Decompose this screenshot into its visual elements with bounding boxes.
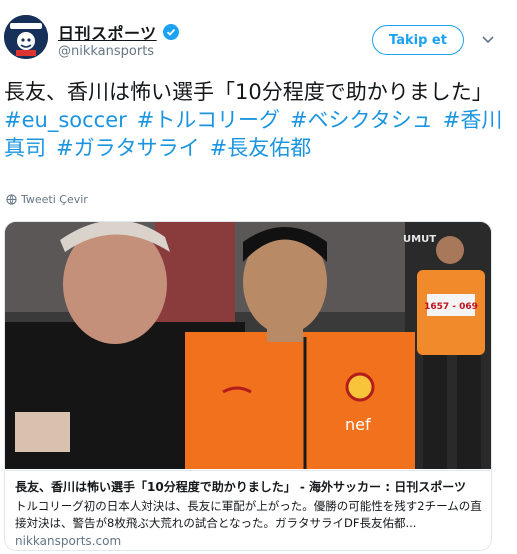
globe-icon	[6, 194, 17, 205]
link-card[interactable]: UMUT 1657 - 069 nef 長友、香川は怖い選手「10分程度で助かり…	[4, 221, 492, 551]
vest-number: 1657 - 069	[424, 302, 478, 312]
hashtag-link[interactable]: #ガラタサライ	[56, 136, 200, 160]
card-domain: nikkansports.com	[15, 534, 122, 548]
card-title[interactable]: 長友、香川は怖い選手「10分程度で助かりました」 - 海外サッカー : 日刊スポ…	[15, 478, 483, 495]
translate-tweet[interactable]: Tweeti Çevir	[6, 193, 88, 206]
card-info: 長友、香川は怖い選手「10分程度で助かりました」 - 海外サッカー : 日刊スポ…	[5, 470, 491, 550]
avatar[interactable]	[4, 15, 48, 59]
verified-badge-icon	[162, 24, 179, 40]
tweet-body: 長友、香川は怖い選手「10分程度で助かりました」	[4, 80, 493, 104]
author-handle[interactable]: @nikkansports	[58, 44, 154, 59]
chevron-down-icon[interactable]	[480, 31, 496, 47]
tweet-header: 日刊スポーツ @nikkansports Takip et	[0, 0, 517, 75]
hashtag-link[interactable]: #トルコリーグ	[137, 108, 280, 132]
card-description: トルコリーグ初の日本人対決は、長友に軍配が上がった。優勝の可能性を残す2チームの…	[15, 499, 482, 530]
follow-button[interactable]: Takip et	[372, 25, 464, 55]
stadium-banner: UMUT	[403, 234, 436, 245]
nikkan-logo-icon	[4, 15, 48, 59]
svg-text:nef: nef	[345, 415, 371, 434]
translate-label: Tweeti Çevir	[21, 193, 88, 206]
tweet-text: 長友、香川は怖い選手「10分程度で助かりました」 #eu_soccer #トルコリ…	[4, 78, 504, 162]
hashtag-list: #eu_soccer #トルコリーグ #ベシクタシュ #香川真司 #ガラタサライ #長友佑…	[4, 106, 504, 162]
hashtag-link[interactable]: #eu_soccer	[4, 108, 127, 132]
author-display-name[interactable]: 日刊スポーツ	[58, 20, 157, 44]
hashtag-link[interactable]: #ベシクタシュ	[290, 108, 433, 132]
hashtag-link[interactable]: #長友佑都	[210, 136, 312, 160]
card-photo: UMUT 1657 - 069 nef	[5, 222, 491, 469]
author-name-row: 日刊スポーツ	[58, 20, 179, 44]
